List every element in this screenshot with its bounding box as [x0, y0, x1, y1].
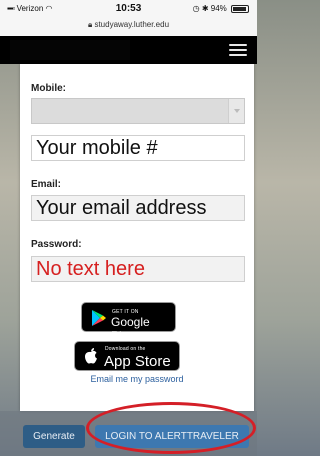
top-navbar: [0, 36, 257, 64]
email-password-link[interactable]: Email me my password: [20, 374, 254, 384]
apple-icon: [85, 348, 97, 364]
address-bar[interactable]: 🔒︎ studyaway.luther.edu: [0, 20, 257, 30]
app-store-button[interactable]: Download on the App Store: [74, 341, 180, 371]
google-play-button[interactable]: GET IT ON Google Play: [81, 302, 176, 343]
status-bar: ▪▪▪▫ Verizon ◠ 10:53 ◷ ✱ 94% 🔒︎ studyawa…: [0, 0, 257, 36]
password-input[interactable]: [31, 256, 245, 282]
navbar-logo-area: [10, 40, 130, 60]
bluetooth-icon: ✱: [201, 4, 209, 13]
battery-percent: 94%: [210, 4, 227, 13]
google-play-text: Google Play: [111, 315, 150, 343]
chevron-down-icon: [228, 99, 244, 123]
email-input[interactable]: [31, 195, 245, 221]
alarm-icon: ◷: [192, 4, 200, 13]
login-button[interactable]: LOGIN TO ALERTTRAVELER: [95, 425, 249, 448]
email-label: Email:: [31, 179, 62, 190]
lock-icon: 🔒︎: [87, 20, 93, 29]
carrier-select[interactable]: [31, 98, 245, 124]
app-store-text: App Store: [104, 353, 171, 370]
status-right: ◷ ✱ 94%: [193, 4, 249, 13]
battery-icon: [231, 4, 249, 13]
login-card: Mobile: Email: Password: GET IT ON Googl…: [20, 64, 254, 411]
mobile-input[interactable]: [31, 135, 245, 161]
app-store-small-text: Download on the: [105, 346, 146, 352]
password-label: Password:: [31, 239, 82, 250]
url-text: studyaway.luther.edu: [94, 20, 170, 29]
hamburger-menu-icon[interactable]: [229, 44, 247, 57]
generate-button[interactable]: Generate: [23, 425, 85, 448]
google-play-icon: [92, 310, 106, 326]
mobile-label: Mobile:: [31, 83, 66, 94]
